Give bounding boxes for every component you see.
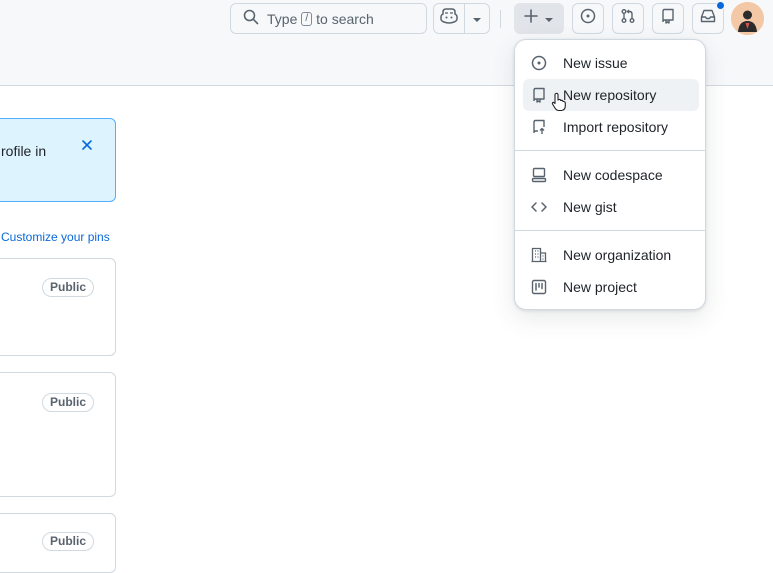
menu-item-label: New project bbox=[563, 279, 637, 295]
search-icon bbox=[243, 9, 267, 28]
menu-item-new-repository[interactable]: New repository bbox=[523, 79, 699, 111]
create-new-button[interactable] bbox=[514, 3, 564, 34]
menu-item-label: New codespace bbox=[563, 167, 663, 183]
inbox-icon bbox=[700, 8, 716, 29]
copilot-menu-button[interactable] bbox=[465, 3, 490, 34]
create-new-menu: New issue New repository Import reposito… bbox=[514, 39, 706, 310]
menu-item-label: New organization bbox=[563, 247, 672, 263]
menu-item-label: New issue bbox=[563, 55, 628, 71]
menu-item-new-gist[interactable]: New gist bbox=[523, 191, 699, 223]
repo-icon bbox=[531, 87, 547, 103]
pinned-repo-card[interactable]: Public bbox=[0, 258, 116, 356]
visibility-badge: Public bbox=[42, 532, 95, 551]
menu-item-new-project[interactable]: New project bbox=[523, 271, 699, 303]
menu-item-new-organization[interactable]: New organization bbox=[523, 239, 699, 271]
search-placeholder-suffix: to search bbox=[316, 10, 374, 27]
hand-pointer-cursor-icon bbox=[551, 92, 567, 112]
search-shortcut-key: / bbox=[301, 11, 313, 26]
repo-icon bbox=[660, 8, 676, 29]
menu-item-new-issue[interactable]: New issue bbox=[523, 47, 699, 79]
menu-item-label: New repository bbox=[563, 87, 657, 103]
triangle-down-icon bbox=[472, 10, 482, 28]
copilot-icon bbox=[440, 8, 458, 29]
pinned-repo-card[interactable]: Public bbox=[0, 372, 116, 497]
organization-icon bbox=[531, 247, 547, 263]
code-icon bbox=[531, 199, 547, 215]
search-input[interactable]: Type / to search bbox=[230, 3, 427, 34]
search-placeholder-prefix: Type bbox=[267, 10, 298, 27]
menu-divider bbox=[515, 150, 705, 151]
menu-item-label: Import repository bbox=[563, 119, 669, 135]
header-divider bbox=[500, 10, 501, 28]
triangle-down-icon bbox=[544, 10, 554, 28]
close-icon[interactable] bbox=[79, 137, 95, 153]
pull-requests-button[interactable] bbox=[612, 3, 644, 34]
plus-icon bbox=[524, 9, 538, 28]
visibility-badge: Public bbox=[42, 278, 95, 297]
issues-button[interactable] bbox=[572, 3, 604, 34]
codespaces-icon bbox=[531, 167, 547, 183]
menu-item-import-repository[interactable]: Import repository bbox=[523, 111, 699, 143]
visibility-badge: Public bbox=[42, 393, 95, 412]
project-icon bbox=[531, 279, 547, 295]
issue-opened-icon bbox=[531, 55, 547, 71]
git-pull-request-icon bbox=[620, 8, 636, 29]
flash-banner: rofile in bbox=[0, 118, 116, 202]
notification-indicator bbox=[716, 1, 725, 10]
avatar[interactable] bbox=[731, 2, 764, 35]
flash-message: rofile in bbox=[1, 143, 47, 159]
menu-divider bbox=[515, 230, 705, 231]
pinned-repo-card[interactable]: Public bbox=[0, 513, 116, 573]
customize-pins-link[interactable]: Customize your pins bbox=[1, 230, 110, 244]
repositories-button[interactable] bbox=[652, 3, 684, 34]
repo-push-icon bbox=[531, 119, 547, 135]
copilot-button[interactable] bbox=[433, 3, 465, 34]
menu-item-new-codespace[interactable]: New codespace bbox=[523, 159, 699, 191]
menu-item-label: New gist bbox=[563, 199, 617, 215]
issue-opened-icon bbox=[580, 8, 596, 29]
